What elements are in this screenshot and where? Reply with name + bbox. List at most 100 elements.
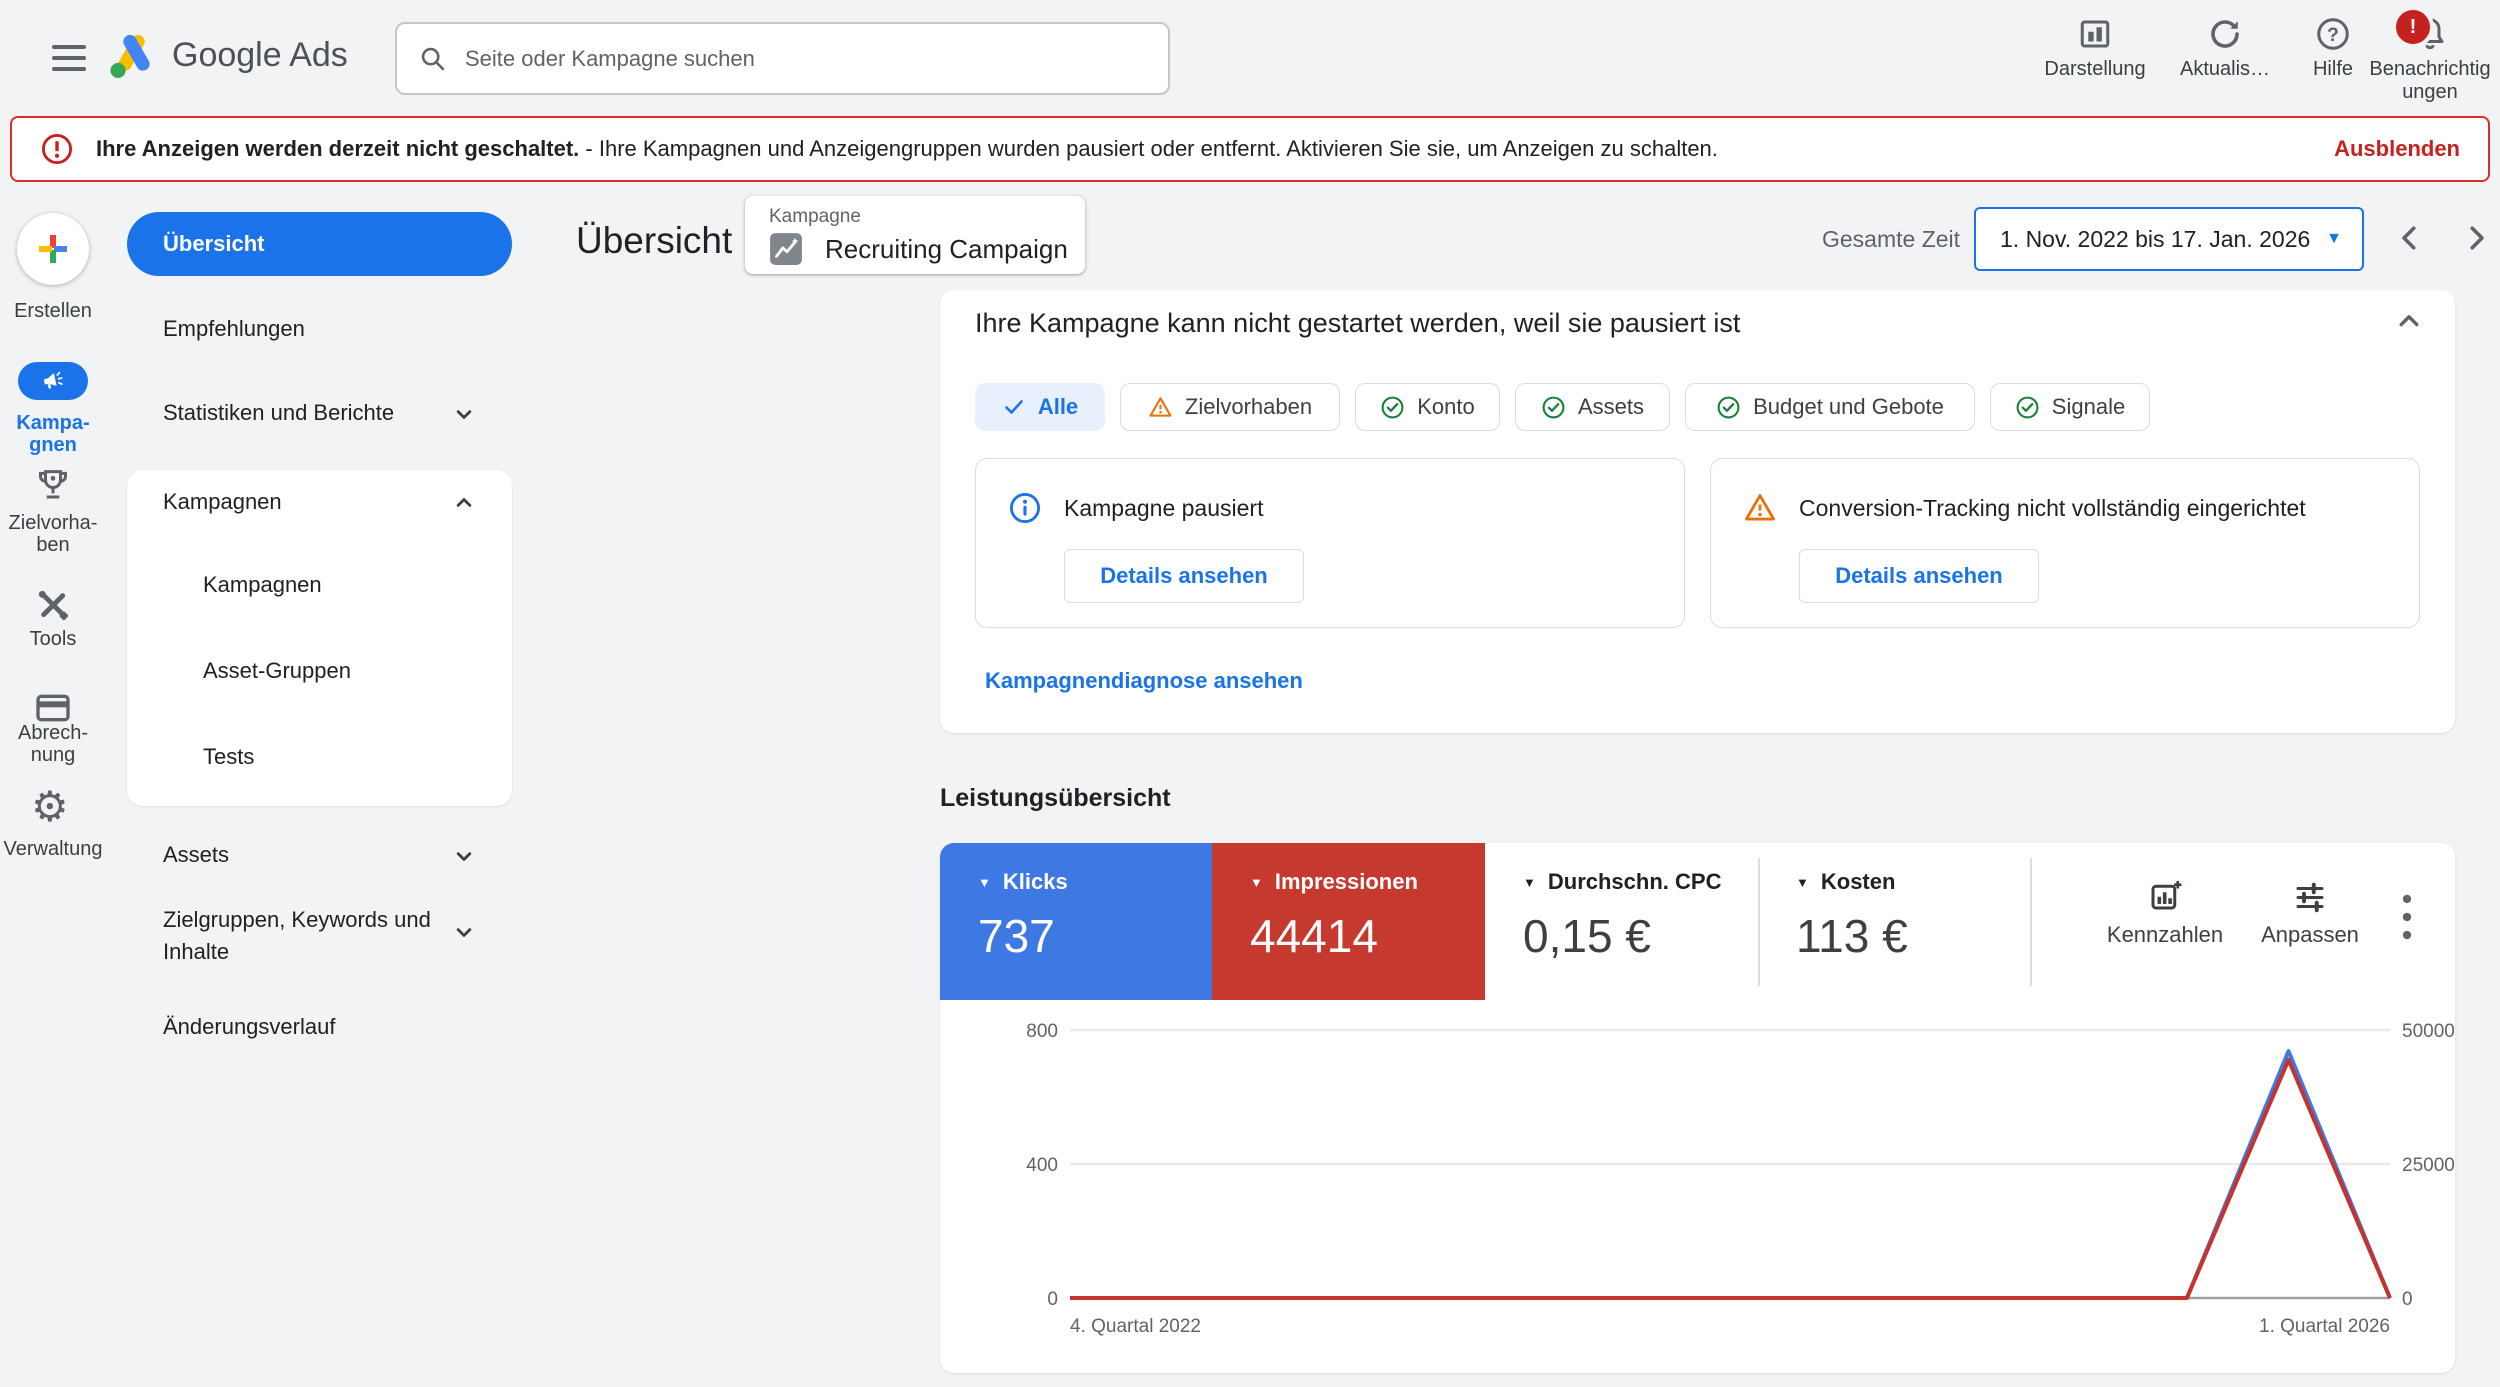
metric-card-impressions[interactable]: ▼Impressionen 44414 (1212, 843, 1485, 1000)
search-input[interactable] (463, 45, 1146, 73)
rail-item-tools[interactable] (33, 585, 73, 625)
sidebar-item-audiences-keywords[interactable]: Zielgruppen, Keywords und Inhalte (163, 904, 463, 968)
x-axis-label-start: 4. Quartal 2022 (1070, 1316, 1201, 1337)
check-circle-icon (1380, 395, 1405, 420)
right-axis-tick: 0 (2402, 1289, 2413, 1310)
metric-card-clicks[interactable]: ▼Klicks 737 (940, 843, 1212, 1000)
metric-dropdown-icon: ▼ (1523, 876, 1536, 889)
refresh-icon (2207, 16, 2243, 52)
filter-chip-budget-bids[interactable]: Budget und Gebote (1685, 383, 1975, 431)
chevron-right-icon[interactable] (2458, 220, 2494, 256)
view-details-button[interactable]: Details ansehen (1799, 549, 2039, 603)
metric-value: 113 € (1796, 909, 2030, 963)
appearance-label: Darstellung (2044, 58, 2145, 81)
sidebar-item-insights-reports[interactable]: Statistiken und Berichte (163, 400, 394, 426)
hamburger-menu-icon[interactable] (52, 45, 86, 71)
plus-icon (35, 231, 71, 267)
metric-value: 737 (978, 909, 1212, 963)
error-icon (40, 132, 74, 166)
date-range-label: Gesamte Zeit (1822, 226, 1960, 253)
search-icon (419, 45, 447, 73)
sidebar-item-overview[interactable]: Übersicht (127, 212, 512, 276)
dropdown-arrow-icon: ▼ (2326, 230, 2342, 248)
trophy-icon (33, 465, 73, 505)
metric-dropdown-icon: ▼ (978, 876, 991, 889)
chip-label: Signale (2052, 394, 2125, 420)
rail-tools-label: Tools (1, 628, 105, 650)
campaign-selector-label: Kampagne (769, 206, 861, 228)
sidebar-item-campaigns-group[interactable]: Kampagnen (163, 489, 282, 515)
help-label: Hilfe (2313, 58, 2353, 81)
collapse-chevron-up-icon[interactable] (2392, 304, 2426, 338)
left-axis-tick: 800 (1026, 1021, 1058, 1042)
x-axis-label-end: 1. Quartal 2026 (2259, 1316, 2390, 1337)
metrics-button[interactable]: Kennzahlen (2095, 878, 2235, 948)
rail-item-goals[interactable] (33, 465, 73, 505)
campaign-diagnosis-link[interactable]: Kampagnendiagnose ansehen (985, 668, 1303, 694)
chevron-down-icon[interactable] (450, 918, 478, 946)
refresh-label: Aktualis… (2180, 58, 2270, 81)
notification-badge: ! (2392, 6, 2434, 48)
filter-chip-assets[interactable]: Assets (1515, 383, 1670, 431)
megaphone-icon (41, 369, 65, 393)
metric-label: Durchschn. CPC (1548, 869, 1722, 895)
notifications-label: Benachrichtigungen (2368, 58, 2492, 104)
rail-create-label: Erstellen (1, 300, 105, 322)
left-axis-tick: 400 (1026, 1155, 1058, 1176)
warning-icon (1148, 395, 1173, 420)
chart-window-icon (2077, 16, 2113, 52)
filter-chip-account[interactable]: Konto (1355, 383, 1500, 431)
sliders-icon (2292, 878, 2328, 914)
metric-card-avg-cpc[interactable]: ▼Durchschn. CPC 0,15 € (1485, 843, 1758, 1000)
metric-dropdown-icon: ▼ (1796, 876, 1809, 889)
date-range-picker[interactable]: 1. Nov. 2022 bis 17. Jan. 2026 ▼ (1974, 207, 2364, 271)
svg-text:?: ? (2327, 24, 2339, 46)
filter-chip-all[interactable]: Alle (975, 383, 1105, 431)
chip-label: Alle (1038, 394, 1078, 420)
bell-icon: ! (2412, 16, 2448, 52)
metric-value: 44414 (1250, 909, 1485, 963)
sidebar-item-assets[interactable]: Assets (163, 842, 229, 868)
campaign-selector[interactable]: Kampagne Recruiting Campaign (745, 196, 1085, 274)
performance-heading: Leistungsübersicht (940, 784, 1171, 813)
sidebar-item-tests[interactable]: Tests (203, 744, 254, 770)
banner-dismiss-link[interactable]: Ausblenden (2334, 136, 2460, 162)
chevron-up-icon[interactable] (450, 489, 478, 517)
create-button[interactable] (17, 213, 89, 285)
notifications-button[interactable]: ! Benachrichtigungen (2366, 16, 2494, 104)
campaign-type-icon (769, 232, 803, 266)
rail-item-campaigns[interactable] (18, 362, 88, 400)
view-details-button[interactable]: Details ansehen (1064, 549, 1304, 603)
metric-card-cost[interactable]: ▼ Kosten 113 € (1758, 843, 2030, 1000)
chart-series-klicks (1070, 1051, 2390, 1298)
campaign-selector-value: Recruiting Campaign (825, 234, 1068, 265)
chevron-left-icon[interactable] (2392, 220, 2428, 256)
metric-label: Kosten (1821, 869, 1896, 895)
gear-icon: ⚙ (31, 783, 69, 830)
filter-chip-signals[interactable]: Signale (1990, 383, 2150, 431)
adjust-button[interactable]: Anpassen (2245, 878, 2375, 948)
rail-item-admin[interactable]: ⚙ (31, 786, 69, 828)
chevron-down-icon[interactable] (450, 842, 478, 870)
check-icon (1002, 395, 1026, 419)
appearance-button[interactable]: Darstellung (2020, 16, 2170, 81)
adjust-button-label: Anpassen (2261, 922, 2359, 948)
top-bar: Google Ads Darstellung Aktualis… ? Hilfe… (0, 0, 2500, 115)
rail-campaigns-label: Kampa-gnen (1, 412, 105, 457)
issue-card-paused: Kampagne pausiert Details ansehen (975, 458, 1685, 628)
right-axis-tick: 25000 (2402, 1155, 2455, 1176)
banner-text-bold: Ihre Anzeigen werden derzeit nicht gesch… (96, 136, 579, 161)
chart-plus-icon (2147, 878, 2183, 914)
warning-icon (1743, 491, 1777, 525)
metric-label: Impressionen (1275, 869, 1418, 895)
chart-series-impressionen (1070, 1060, 2390, 1298)
search-box[interactable] (395, 22, 1170, 95)
sidebar-item-change-history[interactable]: Änderungsverlauf (163, 1014, 335, 1040)
sidebar-item-campaigns[interactable]: Kampagnen (203, 572, 322, 598)
overview-nav-label: Übersicht (163, 231, 264, 257)
more-options-icon[interactable] (2400, 892, 2414, 942)
chevron-down-icon[interactable] (450, 400, 478, 428)
filter-chip-goals[interactable]: Zielvorhaben (1120, 383, 1340, 431)
sidebar-item-recommendations[interactable]: Empfehlungen (163, 316, 305, 342)
sidebar-item-asset-groups[interactable]: Asset-Gruppen (203, 658, 351, 684)
